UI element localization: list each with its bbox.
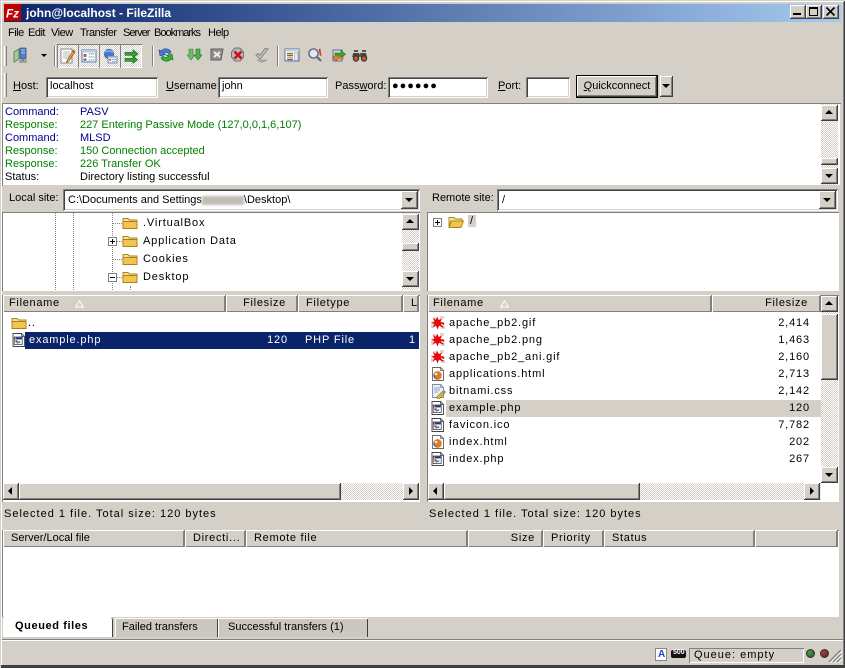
svg-text:Fz: Fz — [6, 7, 19, 20]
